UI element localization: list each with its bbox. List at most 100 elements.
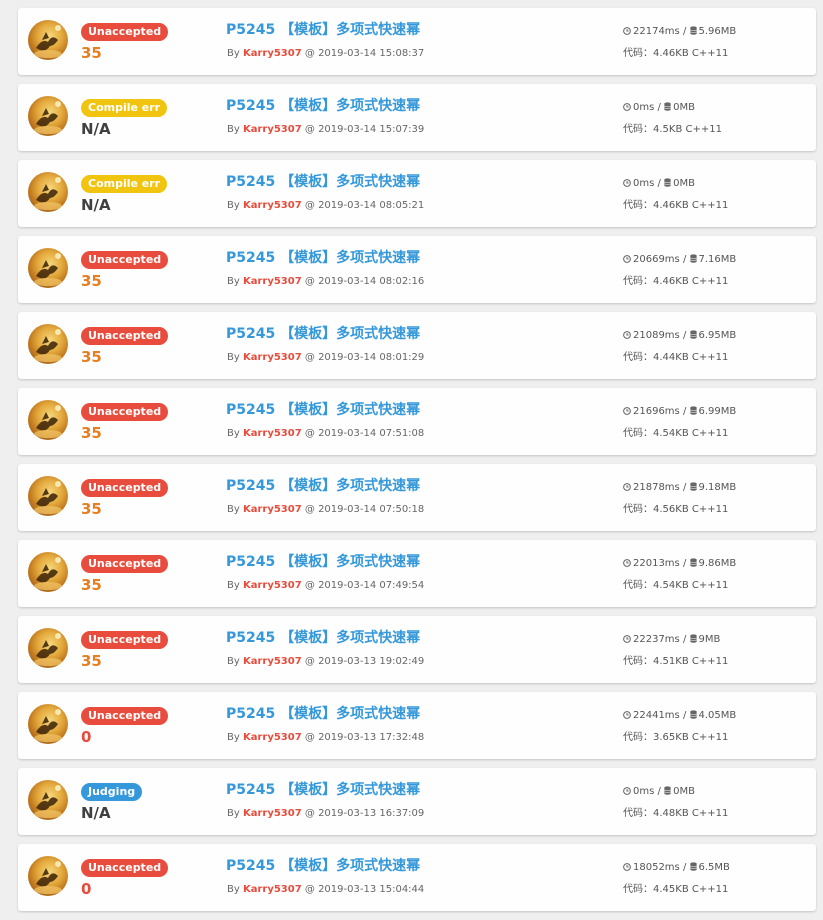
username-link[interactable]: Karry5307	[243, 580, 302, 591]
by-label: By	[227, 656, 240, 667]
problem-link[interactable]: P5245 【模板】多项式快速幂	[226, 173, 420, 191]
submission-record[interactable]: Judging N/A P5245 【模板】多项式快速幂 By Karry530…	[18, 768, 816, 835]
runtime: 18052ms	[633, 862, 680, 873]
runtime: 21696ms	[633, 406, 680, 417]
username-link[interactable]: Karry5307	[243, 884, 302, 895]
submit-time: 2019-03-14 15:07:39	[318, 124, 425, 135]
at-label: @	[304, 200, 315, 211]
code-info: 代码：4.46KB C++11	[623, 48, 728, 60]
submission-meta: By Karry5307 @ 2019-03-14 08:01:29	[227, 352, 424, 364]
avatar[interactable]	[28, 96, 68, 136]
avatar[interactable]	[28, 704, 68, 744]
avatar[interactable]	[28, 20, 68, 60]
language: C++11	[691, 732, 729, 743]
submission-record[interactable]: Unaccepted 35 P5245 【模板】多项式快速幂 By Karry5…	[18, 616, 816, 683]
at-label: @	[304, 428, 315, 439]
username-link[interactable]: Karry5307	[243, 276, 302, 287]
run-stats: 0ms / 0MB	[623, 786, 695, 798]
avatar[interactable]	[28, 628, 68, 668]
database-icon	[664, 786, 671, 795]
avatar[interactable]	[28, 324, 68, 364]
submission-record[interactable]: Unaccepted 35 P5245 【模板】多项式快速幂 By Karry5…	[18, 236, 816, 303]
username-link[interactable]: Karry5307	[243, 656, 302, 667]
status-badge[interactable]: Compile err	[81, 99, 168, 117]
status-badge[interactable]: Unaccepted	[81, 479, 169, 497]
by-label: By	[227, 808, 240, 819]
memory: 7.16MB	[698, 254, 737, 265]
username-link[interactable]: Karry5307	[243, 352, 302, 363]
status-badge[interactable]: Unaccepted	[81, 403, 169, 421]
clock-icon	[623, 27, 631, 35]
runtime: 21878ms	[633, 482, 680, 493]
by-label: By	[227, 48, 240, 59]
code-info: 代码：4.48KB C++11	[623, 808, 728, 820]
status-badge[interactable]: Unaccepted	[81, 631, 169, 649]
avatar[interactable]	[28, 780, 68, 820]
score: 35	[81, 424, 102, 442]
username-link[interactable]: Karry5307	[243, 808, 302, 819]
status-badge[interactable]: Unaccepted	[81, 707, 169, 725]
username-link[interactable]: Karry5307	[243, 732, 302, 743]
submission-record[interactable]: Unaccepted 35 P5245 【模板】多项式快速幂 By Karry5…	[18, 464, 816, 531]
language: C++11	[691, 200, 729, 211]
memory: 0MB	[673, 102, 695, 113]
memory: 6.5MB	[698, 862, 730, 873]
submission-record[interactable]: Unaccepted 35 P5245 【模板】多项式快速幂 By Karry5…	[18, 312, 816, 379]
clock-icon	[623, 103, 631, 111]
problem-link[interactable]: P5245 【模板】多项式快速幂	[226, 97, 420, 115]
code-label: 代码：	[623, 884, 653, 895]
avatar[interactable]	[28, 476, 68, 516]
language: C++11	[691, 580, 729, 591]
memory: 9.18MB	[698, 482, 737, 493]
problem-link[interactable]: P5245 【模板】多项式快速幂	[226, 553, 420, 571]
submission-record[interactable]: Unaccepted 0 P5245 【模板】多项式快速幂 By Karry53…	[18, 844, 816, 911]
status-badge[interactable]: Unaccepted	[81, 859, 169, 877]
problem-link[interactable]: P5245 【模板】多项式快速幂	[226, 781, 420, 799]
clock-icon	[623, 483, 631, 491]
problem-link[interactable]: P5245 【模板】多项式快速幂	[226, 401, 420, 419]
language: C++11	[691, 884, 729, 895]
problem-link[interactable]: P5245 【模板】多项式快速幂	[226, 477, 420, 495]
status-badge[interactable]: Judging	[81, 783, 143, 801]
stat-separator: /	[682, 406, 687, 417]
language: C++11	[691, 808, 729, 819]
by-label: By	[227, 884, 240, 895]
status-badge[interactable]: Unaccepted	[81, 251, 169, 269]
username-link[interactable]: Karry5307	[243, 48, 302, 59]
avatar[interactable]	[28, 400, 68, 440]
code-size: 4.54KB	[653, 428, 689, 439]
username-link[interactable]: Karry5307	[243, 124, 302, 135]
username-link[interactable]: Karry5307	[243, 504, 302, 515]
submit-time: 2019-03-13 17:32:48	[318, 732, 425, 743]
submission-record[interactable]: Unaccepted 35 P5245 【模板】多项式快速幂 By Karry5…	[18, 540, 816, 607]
submission-record[interactable]: Unaccepted 35 P5245 【模板】多项式快速幂 By Karry5…	[18, 388, 816, 455]
status-badge[interactable]: Compile err	[81, 175, 168, 193]
submission-meta: By Karry5307 @ 2019-03-14 07:51:08	[227, 428, 424, 440]
status-badge[interactable]: Unaccepted	[81, 555, 169, 573]
problem-link[interactable]: P5245 【模板】多项式快速幂	[226, 325, 420, 343]
runtime: 0ms	[633, 786, 655, 797]
problem-link[interactable]: P5245 【模板】多项式快速幂	[226, 21, 420, 39]
submission-record[interactable]: Compile err N/A P5245 【模板】多项式快速幂 By Karr…	[18, 84, 816, 151]
username-link[interactable]: Karry5307	[243, 428, 302, 439]
avatar[interactable]	[28, 856, 68, 896]
clock-icon	[623, 559, 631, 567]
problem-link[interactable]: P5245 【模板】多项式快速幂	[226, 249, 420, 267]
submission-record[interactable]: Compile err N/A P5245 【模板】多项式快速幂 By Karr…	[18, 160, 816, 227]
problem-link[interactable]: P5245 【模板】多项式快速幂	[226, 705, 420, 723]
runtime: 0ms	[633, 178, 655, 189]
avatar[interactable]	[28, 172, 68, 212]
code-size: 4.46KB	[653, 200, 689, 211]
problem-link[interactable]: P5245 【模板】多项式快速幂	[226, 629, 420, 647]
avatar[interactable]	[28, 552, 68, 592]
username-link[interactable]: Karry5307	[243, 200, 302, 211]
problem-link[interactable]: P5245 【模板】多项式快速幂	[226, 857, 420, 875]
status-badge[interactable]: Unaccepted	[81, 23, 169, 41]
avatar[interactable]	[28, 248, 68, 288]
submission-meta: By Karry5307 @ 2019-03-14 08:05:21	[227, 200, 424, 212]
submission-record[interactable]: Unaccepted 35 P5245 【模板】多项式快速幂 By Karry5…	[18, 8, 816, 75]
status-badge[interactable]: Unaccepted	[81, 327, 169, 345]
stat-separator: /	[682, 26, 687, 37]
submission-record[interactable]: Unaccepted 0 P5245 【模板】多项式快速幂 By Karry53…	[18, 692, 816, 759]
database-icon	[689, 406, 697, 415]
